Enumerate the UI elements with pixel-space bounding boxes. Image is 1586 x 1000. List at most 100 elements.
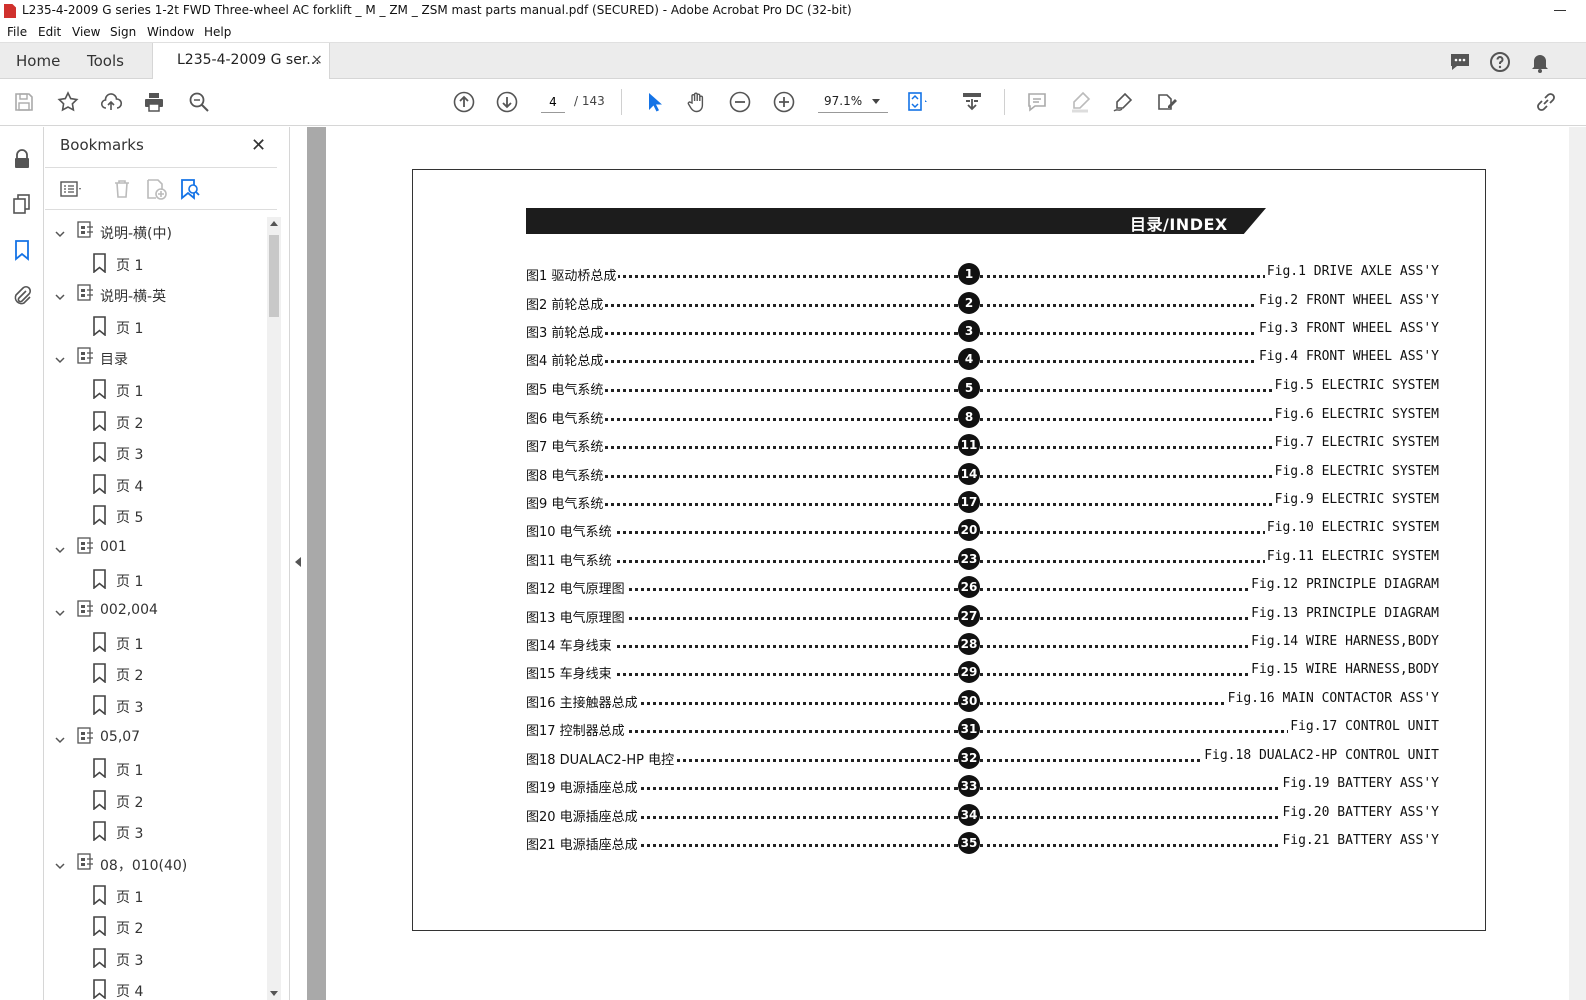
help-icon[interactable] — [1488, 50, 1512, 74]
bookmark-item[interactable]: 页 3 — [45, 691, 267, 722]
menu-window[interactable]: Window — [147, 25, 194, 39]
bookmark-item[interactable]: 页 1 — [45, 375, 267, 406]
index-entry[interactable]: 图18 DUALAC2-HP 电控 32 Fig.18 DUALAC2-HP CON… — [526, 747, 1439, 769]
bookmark-item[interactable]: 页 2 — [45, 407, 267, 438]
index-entry[interactable]: 图13 电气原理图 27 Fig.13 PRINCIPLE DIAGRAM — [526, 605, 1439, 627]
chevron-down-icon[interactable] — [55, 856, 65, 870]
comment-icon[interactable] — [1025, 90, 1049, 114]
bookmark-item[interactable]: 页 1 — [45, 754, 267, 785]
bookmark-group[interactable]: 说明-横(中) — [45, 217, 267, 248]
chevron-down-icon[interactable] — [55, 540, 65, 554]
bookmark-group[interactable]: 目录 — [45, 343, 267, 374]
bookmark-item[interactable]: 页 3 — [45, 438, 267, 469]
menu-help[interactable]: Help — [204, 25, 231, 39]
index-entry[interactable]: 图21 电源插座总成 35 Fig.21 BATTERY ASS'Y — [526, 832, 1439, 854]
save-icon[interactable] — [12, 90, 36, 114]
index-entry[interactable]: 图16 主接触器总成 30 Fig.16 MAIN CONTACTOR ASS'Y — [526, 690, 1439, 712]
link-share-icon[interactable] — [1534, 90, 1558, 114]
index-entry[interactable]: 图20 电源插座总成 34 Fig.20 BATTERY ASS'Y — [526, 804, 1439, 826]
tab-tools[interactable]: Tools — [87, 52, 124, 70]
bookmark-item[interactable]: 页 1 — [45, 565, 267, 596]
bookmark-item[interactable]: 页 1 — [45, 628, 267, 659]
lock-icon[interactable] — [10, 147, 34, 171]
index-entry[interactable]: 图2 前轮总成 2 Fig.2 FRONT WHEEL ASS'Y — [526, 292, 1439, 314]
index-entry[interactable]: 图9 电气系统 17 Fig.9 ELECTRIC SYSTEM — [526, 491, 1439, 513]
bookmark-item[interactable]: 页 3 — [45, 817, 267, 848]
edit-form-icon[interactable] — [1155, 90, 1179, 114]
new-bookmark-icon[interactable] — [144, 177, 168, 201]
panel-collapse-handle[interactable] — [291, 127, 307, 1000]
bookmark-group[interactable]: 001 — [45, 533, 267, 564]
zoom-out-icon[interactable] — [728, 90, 752, 114]
bookmark-group[interactable]: 08，010(40) — [45, 849, 267, 880]
cloud-upload-icon[interactable] — [99, 90, 123, 114]
fill-sign-icon[interactable] — [1111, 90, 1135, 114]
hand-tool-icon[interactable] — [685, 90, 709, 114]
highlight-pen-icon[interactable] — [1068, 90, 1092, 114]
bookmark-item[interactable]: 页 3 — [45, 944, 267, 975]
index-entry[interactable]: 图4 前轮总成 4 Fig.4 FRONT WHEEL ASS'Y — [526, 348, 1439, 370]
chevron-down-icon[interactable] — [55, 350, 65, 364]
chevron-down-icon[interactable] — [55, 730, 65, 743]
chevron-down-icon[interactable] — [55, 224, 65, 238]
bookmark-group[interactable]: 002,004 — [45, 596, 267, 627]
scroll-mode-icon[interactable] — [960, 90, 984, 114]
tab-document[interactable]: L235-4-2009 G ser... × — [152, 43, 330, 80]
bookmarks-icon[interactable] — [10, 238, 34, 262]
zoom-in-icon[interactable] — [772, 90, 796, 114]
find-bookmark-icon[interactable] — [178, 177, 202, 201]
tab-close-icon[interactable]: × — [311, 52, 323, 68]
index-entry[interactable]: 图10 电气系统 20 Fig.10 ELECTRIC SYSTEM — [526, 519, 1439, 541]
bookmarks-scrollbar[interactable] — [267, 217, 281, 1000]
menu-view[interactable]: View — [72, 25, 100, 39]
index-entry[interactable]: 图14 车身线束 28 Fig.14 WIRE HARNESS,BODY — [526, 633, 1439, 655]
index-entry[interactable]: 图12 电气原理图 26 Fig.12 PRINCIPLE DIAGRAM — [526, 576, 1439, 598]
page-thumbnails-icon[interactable] — [10, 192, 34, 216]
notification-bell-icon[interactable] — [1528, 50, 1552, 74]
delete-bookmark-icon[interactable] — [110, 177, 134, 201]
index-entry[interactable]: 图6 电气系统 8 Fig.6 ELECTRIC SYSTEM — [526, 406, 1439, 428]
index-entry[interactable]: 图11 电气系统 23 Fig.11 ELECTRIC SYSTEM — [526, 548, 1439, 570]
index-entry[interactable]: 图15 车身线束 29 Fig.15 WIRE HARNESS,BODY — [526, 661, 1439, 683]
document-scrollbar[interactable] — [1569, 127, 1586, 1000]
comment-bubble-icon[interactable] — [1448, 50, 1472, 74]
bookmark-item[interactable]: 页 2 — [45, 786, 267, 817]
index-entry[interactable]: 图8 电气系统 14 Fig.8 ELECTRIC SYSTEM — [526, 463, 1439, 485]
attachment-icon[interactable] — [10, 284, 34, 308]
index-entry[interactable]: 图17 控制器总成 31 Fig.17 CONTROL UNIT — [526, 718, 1439, 740]
scroll-up-icon[interactable] — [270, 221, 278, 226]
index-entry[interactable]: 图7 电气系统 11 Fig.7 ELECTRIC SYSTEM — [526, 434, 1439, 456]
bookmark-options-icon[interactable] — [59, 177, 83, 201]
page-number-input[interactable] — [541, 91, 565, 113]
bookmark-item[interactable]: 页 4 — [45, 975, 267, 1000]
bookmark-group[interactable]: 05,07 — [45, 723, 267, 754]
select-cursor-icon[interactable] — [642, 90, 666, 114]
index-entry[interactable]: 图5 电气系统 5 Fig.5 ELECTRIC SYSTEM — [526, 377, 1439, 399]
minimize-icon[interactable] — [1554, 10, 1566, 11]
tab-home[interactable]: Home — [16, 52, 60, 70]
menu-sign[interactable]: Sign — [110, 25, 136, 39]
zoom-search-icon[interactable] — [187, 90, 211, 114]
star-icon[interactable] — [56, 90, 80, 114]
bookmark-item[interactable]: 页 1 — [45, 249, 267, 280]
print-icon[interactable] — [142, 90, 166, 114]
bookmark-item[interactable]: 页 4 — [45, 470, 267, 501]
zoom-level-dropdown[interactable]: 97.1% — [818, 91, 888, 113]
bookmark-item[interactable]: 页 2 — [45, 912, 267, 943]
close-icon[interactable]: ✕ — [251, 135, 266, 156]
page-fit-icon[interactable] — [904, 90, 928, 114]
next-page-icon[interactable] — [495, 90, 519, 114]
bookmark-group[interactable]: 说明-横-英 — [45, 280, 267, 311]
bookmark-item[interactable]: 页 1 — [45, 312, 267, 343]
index-entry[interactable]: 图3 前轮总成 3 Fig.3 FRONT WHEEL ASS'Y — [526, 320, 1439, 342]
bookmark-item[interactable]: 页 5 — [45, 501, 267, 532]
bookmark-item[interactable]: 页 1 — [45, 881, 267, 912]
previous-page-icon[interactable] — [452, 90, 476, 114]
chevron-down-icon[interactable] — [55, 603, 65, 617]
index-entry[interactable]: 图1 驱动桥总成 1 Fig.1 DRIVE AXLE ASS'Y — [526, 263, 1439, 285]
chevron-down-icon[interactable] — [55, 287, 65, 301]
index-entry[interactable]: 图19 电源插座总成 33 Fig.19 BATTERY ASS'Y — [526, 775, 1439, 797]
bookmark-item[interactable]: 页 2 — [45, 659, 267, 690]
menu-file[interactable]: File — [7, 25, 27, 39]
scrollbar-thumb[interactable] — [269, 235, 279, 317]
